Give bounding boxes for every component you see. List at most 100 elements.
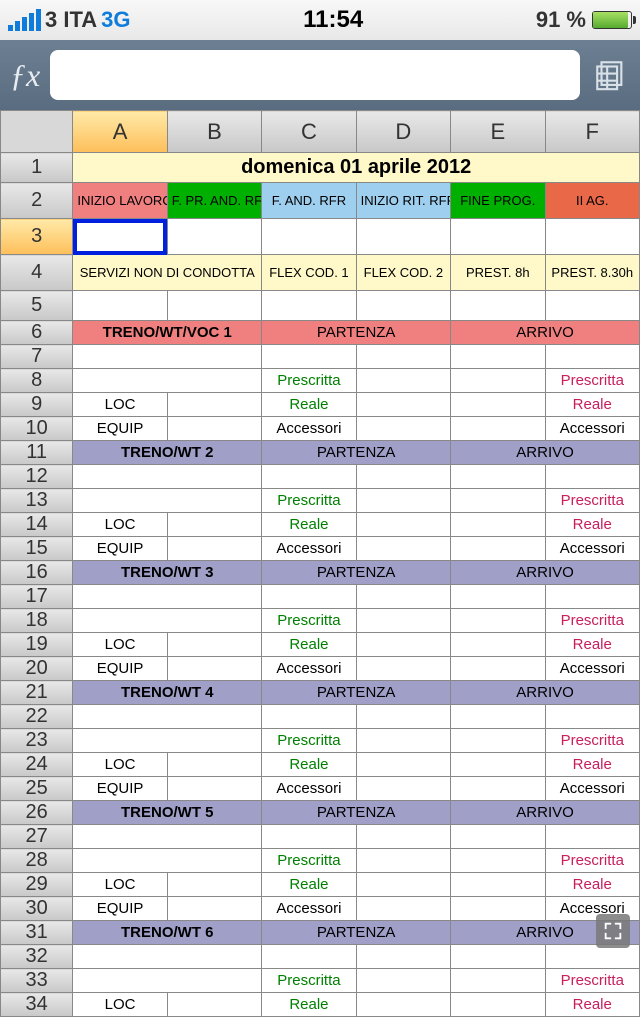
row-header-8[interactable]: 8 bbox=[1, 369, 73, 393]
row-header-3[interactable]: 3 bbox=[1, 219, 73, 255]
prescritta-f-5[interactable]: Prescritta bbox=[545, 969, 639, 993]
row-header-12[interactable]: 12 bbox=[1, 465, 73, 489]
title-cell[interactable]: domenica 01 aprile 2012 bbox=[73, 153, 640, 183]
block-arrivo-1[interactable]: ARRIVO bbox=[451, 441, 640, 465]
reale-f-2[interactable]: Reale bbox=[545, 633, 639, 657]
block-arrivo-0[interactable]: ARRIVO bbox=[451, 321, 640, 345]
reale-c-2[interactable]: Reale bbox=[262, 633, 356, 657]
row-header-16[interactable]: 16 bbox=[1, 561, 73, 585]
row-header-21[interactable]: 21 bbox=[1, 681, 73, 705]
reale-c-0[interactable]: Reale bbox=[262, 393, 356, 417]
prescritta-f-0[interactable]: Prescritta bbox=[545, 369, 639, 393]
block-title-2[interactable]: TRENO/WT 3 bbox=[73, 561, 262, 585]
loc-last[interactable]: LOC bbox=[73, 993, 167, 1017]
cell-r5-3[interactable] bbox=[356, 291, 450, 321]
cell-A4[interactable]: SERVIZI NON DI CONDOTTA bbox=[73, 255, 262, 291]
block-title-3[interactable]: TRENO/WT 4 bbox=[73, 681, 262, 705]
col-header-B[interactable]: B bbox=[167, 111, 261, 153]
equip-a-3[interactable]: EQUIP bbox=[73, 777, 167, 801]
cell-C3[interactable] bbox=[262, 219, 356, 255]
cell-D2[interactable]: INIZIO RIT. RFR bbox=[356, 183, 450, 219]
row-header-33[interactable]: 33 bbox=[1, 969, 73, 993]
cell-F2[interactable]: II AG. bbox=[545, 183, 639, 219]
row-header-32[interactable]: 32 bbox=[1, 945, 73, 969]
cell[interactable] bbox=[73, 585, 262, 609]
prescritta-f-3[interactable]: Prescritta bbox=[545, 729, 639, 753]
cell-B2[interactable]: F. PR. AND. RFR bbox=[167, 183, 261, 219]
cell[interactable] bbox=[73, 465, 262, 489]
cell-r5-2[interactable] bbox=[262, 291, 356, 321]
fullscreen-icon[interactable] bbox=[596, 914, 630, 948]
row-header-4[interactable]: 4 bbox=[1, 255, 73, 291]
prescritta-f-2[interactable]: Prescritta bbox=[545, 609, 639, 633]
row-header-25[interactable]: 25 bbox=[1, 777, 73, 801]
loc-a-4[interactable]: LOC bbox=[73, 873, 167, 897]
col-header-F[interactable]: F bbox=[545, 111, 639, 153]
equip-a-4[interactable]: EQUIP bbox=[73, 897, 167, 921]
acc-f-3[interactable]: Accessori bbox=[545, 777, 639, 801]
row-header-27[interactable]: 27 bbox=[1, 825, 73, 849]
block-partenza-5[interactable]: PARTENZA bbox=[262, 921, 451, 945]
cell-B3[interactable] bbox=[167, 219, 261, 255]
block-title-5[interactable]: TRENO/WT 6 bbox=[73, 921, 262, 945]
cell-E4[interactable]: PREST. 8h bbox=[451, 255, 545, 291]
block-arrivo-4[interactable]: ARRIVO bbox=[451, 801, 640, 825]
row-header-17[interactable]: 17 bbox=[1, 585, 73, 609]
block-partenza-2[interactable]: PARTENZA bbox=[262, 561, 451, 585]
row-header-30[interactable]: 30 bbox=[1, 897, 73, 921]
prescritta-c-2[interactable]: Prescritta bbox=[262, 609, 356, 633]
acc-f-1[interactable]: Accessori bbox=[545, 537, 639, 561]
cell[interactable] bbox=[73, 705, 262, 729]
acc-c-2[interactable]: Accessori bbox=[262, 657, 356, 681]
block-title-4[interactable]: TRENO/WT 5 bbox=[73, 801, 262, 825]
loc-a-1[interactable]: LOC bbox=[73, 513, 167, 537]
cell[interactable] bbox=[73, 825, 262, 849]
cell-C2[interactable]: F. AND. RFR bbox=[262, 183, 356, 219]
cell-E2[interactable]: FINE PROG. bbox=[451, 183, 545, 219]
row-header-15[interactable]: 15 bbox=[1, 537, 73, 561]
cell-A3-selected[interactable] bbox=[73, 219, 167, 255]
loc-a-2[interactable]: LOC bbox=[73, 633, 167, 657]
row-header-13[interactable]: 13 bbox=[1, 489, 73, 513]
prescritta-f-1[interactable]: Prescritta bbox=[545, 489, 639, 513]
row-header-28[interactable]: 28 bbox=[1, 849, 73, 873]
acc-c-1[interactable]: Accessori bbox=[262, 537, 356, 561]
prescritta-f-4[interactable]: Prescritta bbox=[545, 849, 639, 873]
row-header-20[interactable]: 20 bbox=[1, 657, 73, 681]
row-header-14[interactable]: 14 bbox=[1, 513, 73, 537]
col-header-E[interactable]: E bbox=[451, 111, 545, 153]
reale-f-1[interactable]: Reale bbox=[545, 513, 639, 537]
cell-r5-4[interactable] bbox=[451, 291, 545, 321]
col-header-C[interactable]: C bbox=[262, 111, 356, 153]
row-header-10[interactable]: 10 bbox=[1, 417, 73, 441]
row-header-11[interactable]: 11 bbox=[1, 441, 73, 465]
reale-c-4[interactable]: Reale bbox=[262, 873, 356, 897]
row-header-22[interactable]: 22 bbox=[1, 705, 73, 729]
block-partenza-4[interactable]: PARTENZA bbox=[262, 801, 451, 825]
equip-a-2[interactable]: EQUIP bbox=[73, 657, 167, 681]
reale-c-1[interactable]: Reale bbox=[262, 513, 356, 537]
prescritta-c-0[interactable]: Prescritta bbox=[262, 369, 356, 393]
reale-f-0[interactable]: Reale bbox=[545, 393, 639, 417]
row-header-31[interactable]: 31 bbox=[1, 921, 73, 945]
row-header-5[interactable]: 5 bbox=[1, 291, 73, 321]
block-arrivo-2[interactable]: ARRIVO bbox=[451, 561, 640, 585]
cell-r5-0[interactable] bbox=[73, 291, 167, 321]
loc-a-3[interactable]: LOC bbox=[73, 753, 167, 777]
cell[interactable] bbox=[73, 945, 262, 969]
row-header-26[interactable]: 26 bbox=[1, 801, 73, 825]
row-header-9[interactable]: 9 bbox=[1, 393, 73, 417]
col-header-D[interactable]: D bbox=[356, 111, 450, 153]
prescritta-c-4[interactable]: Prescritta bbox=[262, 849, 356, 873]
loc-a-0[interactable]: LOC bbox=[73, 393, 167, 417]
row-header-34[interactable]: 34 bbox=[1, 993, 73, 1017]
cell-r5-5[interactable] bbox=[545, 291, 639, 321]
row-header-1[interactable]: 1 bbox=[1, 153, 73, 183]
cell-F4[interactable]: PREST. 8.30h bbox=[545, 255, 639, 291]
block-partenza-1[interactable]: PARTENZA bbox=[262, 441, 451, 465]
prescritta-c-1[interactable]: Prescritta bbox=[262, 489, 356, 513]
reale-f-4[interactable]: Reale bbox=[545, 873, 639, 897]
cell-D3[interactable] bbox=[356, 219, 450, 255]
acc-f-2[interactable]: Accessori bbox=[545, 657, 639, 681]
equip-a-1[interactable]: EQUIP bbox=[73, 537, 167, 561]
